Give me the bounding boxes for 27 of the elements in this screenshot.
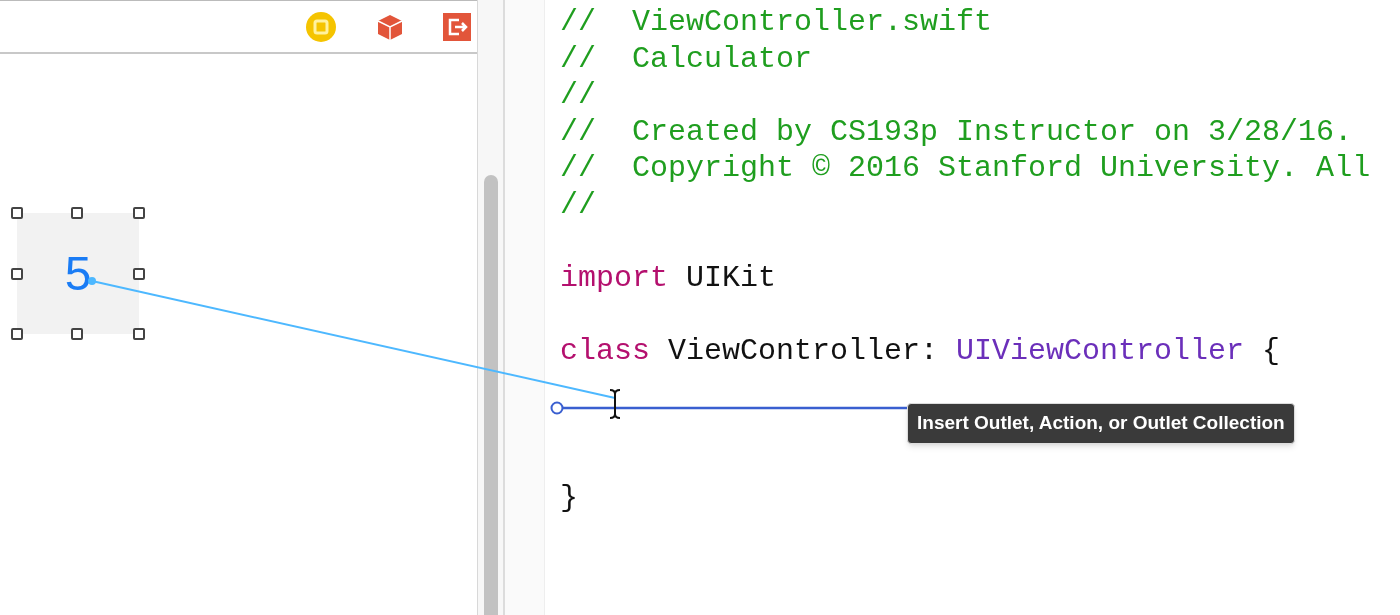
code-token: UIViewController <box>956 333 1245 370</box>
text-cursor-icon <box>607 388 623 420</box>
code-token: { <box>1262 333 1281 370</box>
code-comment: // <box>560 186 596 224</box>
resize-handle[interactable] <box>11 207 23 219</box>
resize-handle[interactable] <box>11 328 23 340</box>
exit-icon[interactable] <box>443 12 471 41</box>
resize-handle[interactable] <box>133 268 145 280</box>
label-text: 5 <box>64 249 92 298</box>
code-token: class <box>560 333 650 370</box>
code-comment: // Copyright © 2016 Stanford University. All <box>560 150 1371 187</box>
resize-handle[interactable] <box>133 328 145 340</box>
tooltip: Insert Outlet, Action, or Outlet Collection <box>907 403 1295 444</box>
code-comment: // <box>560 77 596 114</box>
code-token: import <box>560 260 669 297</box>
code-token: } <box>560 479 578 517</box>
resize-handle[interactable] <box>71 328 83 340</box>
resize-handle[interactable] <box>11 268 23 280</box>
code-comment: // Calculator <box>560 40 813 78</box>
code-comment: // ViewController.swift <box>560 4 993 41</box>
resize-handle[interactable] <box>71 207 83 219</box>
scrollbar-thumb[interactable] <box>483 175 498 615</box>
code-token: UIKit <box>686 260 777 297</box>
code-token: ViewController: <box>668 333 939 370</box>
code-comment: // Created by CS193p Instructor on 3/28/16. <box>560 113 1353 151</box>
resize-handle[interactable] <box>133 207 145 219</box>
label-view[interactable]: 5 <box>17 213 139 334</box>
